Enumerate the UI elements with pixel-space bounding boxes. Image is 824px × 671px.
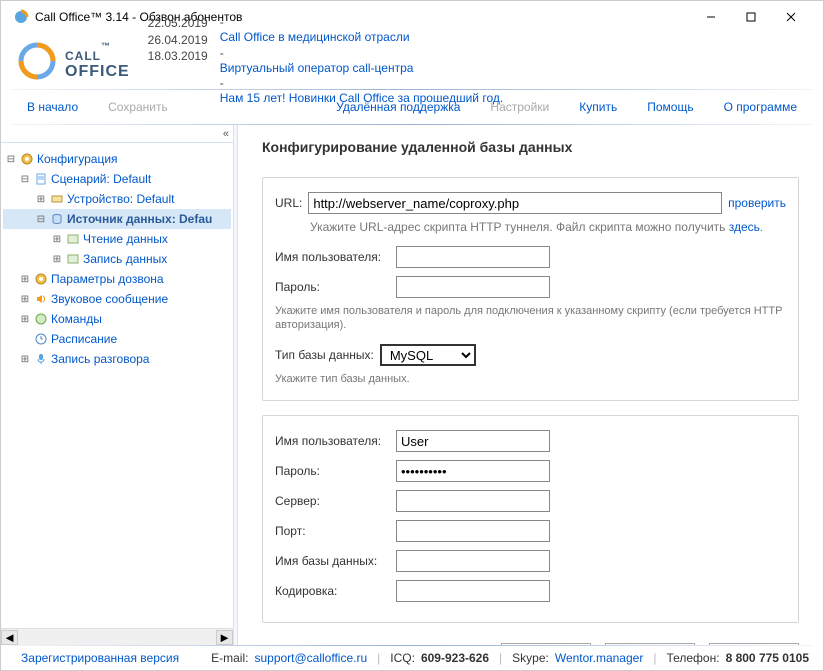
url-check-link[interactable]: проверить bbox=[728, 196, 786, 210]
command-icon bbox=[33, 311, 49, 327]
skype-label: Skype: bbox=[512, 651, 549, 665]
tree-root[interactable]: ⊟Конфигурация bbox=[3, 149, 231, 169]
news-date: 22.05.2019 bbox=[148, 15, 208, 32]
skype-link[interactable]: Wentor.manager bbox=[555, 651, 644, 665]
news-link[interactable]: Виртуальный оператор call-центра bbox=[220, 60, 503, 77]
sidebar-collapse[interactable]: « bbox=[1, 125, 233, 143]
menu-remote[interactable]: Удалённая поддержка bbox=[324, 100, 472, 114]
db-enc-label: Кодировка: bbox=[275, 584, 390, 598]
logo-text-2: OFFICE bbox=[65, 64, 130, 80]
close-button[interactable] bbox=[771, 3, 811, 31]
menubar: В начало Сохранить Удалённая поддержка Н… bbox=[1, 90, 823, 124]
username-input[interactable] bbox=[396, 246, 550, 268]
url-hint-link[interactable]: здесь bbox=[729, 220, 760, 234]
url-input[interactable] bbox=[308, 192, 722, 214]
tree-schedule[interactable]: Расписание bbox=[3, 329, 231, 349]
user-label: Имя пользователя: bbox=[275, 250, 390, 264]
tree-write[interactable]: ⊞Запись данных bbox=[3, 249, 231, 269]
menu-about[interactable]: О программе bbox=[712, 100, 809, 114]
dbtype-select[interactable]: MySQL bbox=[380, 344, 476, 366]
header: CALL™ OFFICE 22.05.2019 26.04.2019 18.03… bbox=[1, 33, 823, 89]
mic-icon bbox=[33, 351, 49, 367]
doc-icon bbox=[33, 171, 49, 187]
phone-value: 8 800 775 0105 bbox=[726, 651, 809, 665]
menu-start[interactable]: В начало bbox=[15, 100, 90, 114]
news-date: 26.04.2019 bbox=[148, 32, 208, 49]
dbtype-hint: Укажите тип базы данных. bbox=[275, 372, 786, 386]
icq-label: ICQ: bbox=[390, 651, 415, 665]
email-label: E-mail: bbox=[211, 651, 248, 665]
content-pane: Конфигурирование удаленной базы данных U… bbox=[238, 125, 823, 645]
db-user-input[interactable] bbox=[396, 430, 550, 452]
sidebar-scrollbar[interactable]: ◄ ► bbox=[1, 628, 233, 645]
db-pass-label: Пароль: bbox=[275, 464, 390, 478]
read-icon bbox=[65, 231, 81, 247]
url-label: URL: bbox=[275, 196, 302, 210]
db-name-input[interactable] bbox=[396, 550, 550, 572]
clock-icon bbox=[33, 331, 49, 347]
pass-label: Пароль: bbox=[275, 280, 390, 294]
db-user-label: Имя пользователя: bbox=[275, 434, 390, 448]
tree-read[interactable]: ⊞Чтение данных bbox=[3, 229, 231, 249]
db-pass-input[interactable] bbox=[396, 460, 550, 482]
menu-help[interactable]: Помощь bbox=[635, 100, 705, 114]
news-date: 18.03.2019 bbox=[148, 48, 208, 65]
write-icon bbox=[65, 251, 81, 267]
password-input[interactable] bbox=[396, 276, 550, 298]
minimize-button[interactable] bbox=[691, 3, 731, 31]
device-icon bbox=[49, 191, 65, 207]
logo-text-1: CALL bbox=[65, 49, 101, 63]
app-window: Call Office™ 3.14 - Обзвон абонентов CAL… bbox=[0, 0, 824, 671]
menu-buy[interactable]: Купить bbox=[567, 100, 629, 114]
scroll-left-icon[interactable]: ◄ bbox=[1, 630, 18, 645]
chevron-left-icon: « bbox=[223, 128, 227, 140]
dbtype-label: Тип базы данных: bbox=[275, 348, 374, 362]
logo: CALL™ OFFICE bbox=[15, 39, 130, 83]
maximize-button[interactable] bbox=[731, 3, 771, 31]
sound-icon bbox=[33, 291, 49, 307]
tree-device[interactable]: ⊞Устройство: Default bbox=[3, 189, 231, 209]
app-icon bbox=[13, 9, 29, 25]
page-title: Конфигурирование удаленной базы данных bbox=[262, 139, 799, 155]
scroll-right-icon[interactable]: ► bbox=[216, 630, 233, 645]
database-icon bbox=[49, 211, 65, 227]
news-link[interactable]: Call Office в медицинской отрасли bbox=[220, 29, 503, 46]
registered-link[interactable]: Зарегистрированная версия bbox=[15, 651, 205, 665]
footer: Зарегистрированная версия E-mail: suppor… bbox=[1, 646, 823, 670]
gear-icon bbox=[19, 151, 35, 167]
auth-hint: Укажите имя пользователя и пароль для по… bbox=[275, 304, 786, 333]
sidebar: « ⊟Конфигурация ⊟Сценарий: Default ⊞Устр… bbox=[1, 125, 233, 645]
logo-icon bbox=[15, 39, 59, 83]
db-group: Имя пользователя: Пароль: Сервер: Порт: … bbox=[262, 415, 799, 623]
db-port-input[interactable] bbox=[396, 520, 550, 542]
url-group: URL: проверить Укажите URL-адрес скрипта… bbox=[262, 177, 799, 401]
db-enc-input[interactable] bbox=[396, 580, 550, 602]
email-link[interactable]: support@calloffice.ru bbox=[254, 651, 367, 665]
tree-dialparams[interactable]: ⊞Параметры дозвона bbox=[3, 269, 231, 289]
menu-save: Сохранить bbox=[96, 100, 180, 114]
url-hint: Укажите URL-адрес скрипта HTTP туннеля. … bbox=[275, 220, 786, 236]
tree-commands[interactable]: ⊞Команды bbox=[3, 309, 231, 329]
gear-icon bbox=[33, 271, 49, 287]
config-tree: ⊟Конфигурация ⊟Сценарий: Default ⊞Устрой… bbox=[1, 143, 233, 628]
button-row: < Назад Ок Отмена bbox=[262, 637, 799, 645]
tree-record[interactable]: ⊞Запись разговора bbox=[3, 349, 231, 369]
menu-settings: Настройки bbox=[478, 100, 561, 114]
db-server-input[interactable] bbox=[396, 490, 550, 512]
phone-label: Телефон: bbox=[666, 651, 719, 665]
db-name-label: Имя базы данных: bbox=[275, 554, 390, 568]
db-server-label: Сервер: bbox=[275, 494, 390, 508]
db-port-label: Порт: bbox=[275, 524, 390, 538]
tree-sound[interactable]: ⊞Звуковое сообщение bbox=[3, 289, 231, 309]
icq-value: 609-923-626 bbox=[421, 651, 489, 665]
tree-scenario[interactable]: ⊟Сценарий: Default bbox=[3, 169, 231, 189]
tree-datasource[interactable]: ⊟Источник данных: Defau bbox=[3, 209, 231, 229]
